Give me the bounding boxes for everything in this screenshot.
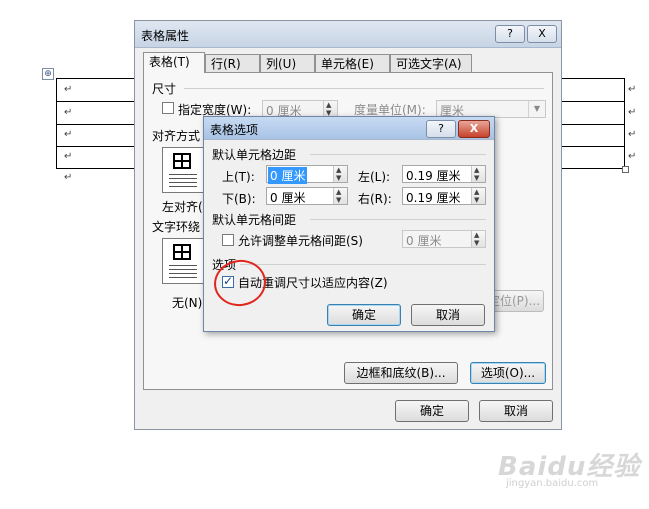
spin-up-icon[interactable]: ▲	[336, 166, 341, 174]
text-lines-icon	[169, 174, 197, 188]
spinner-value[interactable]: 0.19 厘米	[406, 189, 461, 206]
paragraph-mark: ↵	[64, 84, 73, 95]
close-button[interactable]: X	[458, 120, 490, 138]
table-border	[56, 146, 136, 147]
right-margin-label: 右(R):	[358, 192, 392, 206]
wrap-none-option[interactable]	[162, 238, 204, 284]
divider	[240, 264, 486, 265]
divider	[310, 154, 486, 155]
align-left-option[interactable]	[162, 147, 204, 193]
spinner-value[interactable]: 0 厘米	[270, 189, 305, 206]
tab-alt-text[interactable]: 可选文字(A)	[390, 54, 472, 72]
table-border	[56, 78, 57, 169]
alignment-header: 对齐方式	[152, 129, 201, 143]
paragraph-mark: ↵	[64, 129, 73, 140]
spin-down-icon[interactable]: ▼	[336, 174, 341, 182]
right-margin-spinner[interactable]: 0.19 厘米 ▲ ▼	[402, 187, 486, 205]
table-border	[562, 146, 625, 147]
allow-spacing-checkbox[interactable]	[222, 234, 234, 246]
cancel-button[interactable]: 取消	[479, 400, 553, 422]
title-bar[interactable]: 表格选项 ? X	[204, 117, 494, 140]
table-resize-handle[interactable]	[622, 166, 629, 173]
paragraph-mark: ↵	[64, 107, 73, 118]
paragraph-mark: ↵	[628, 84, 637, 95]
spin-up-icon[interactable]: ▲	[474, 166, 479, 174]
spin-up-icon[interactable]: ▲	[474, 188, 479, 196]
tab-table[interactable]: 表格(T)	[143, 52, 205, 73]
help-button[interactable]: ?	[495, 25, 525, 43]
borders-shading-button[interactable]: 边框和底纹(B)...	[344, 362, 458, 384]
top-margin-spinner[interactable]: 0 厘米 ▲ ▼	[266, 165, 348, 184]
table-border	[562, 124, 625, 125]
wrapping-header: 文字环绕	[152, 220, 201, 234]
spin-down-icon[interactable]: ▼	[474, 174, 479, 182]
table-border	[562, 168, 625, 169]
table-border	[624, 78, 625, 169]
table-icon	[173, 153, 191, 169]
spin-down-icon[interactable]: ▼	[474, 239, 479, 247]
default-margins-header: 默认单元格边距	[212, 148, 297, 162]
tab-row[interactable]: 行(R)	[205, 54, 260, 72]
options-button[interactable]: 选项(O)...	[470, 362, 546, 384]
preferred-width-checkbox[interactable]	[162, 102, 174, 114]
chevron-down-icon[interactable]: ▼	[528, 101, 545, 117]
tab-cell[interactable]: 单元格(E)	[315, 54, 390, 72]
left-margin-spinner[interactable]: 0.19 厘米 ▲ ▼	[402, 165, 486, 183]
table-border	[56, 78, 136, 79]
paragraph-mark: ↵	[628, 151, 637, 162]
ok-button[interactable]: 确定	[327, 304, 401, 326]
text-lines-icon	[169, 265, 197, 279]
paragraph-mark: ↵	[64, 151, 73, 162]
watermark-url: jingyan.baidu.com	[506, 478, 599, 489]
paragraph-mark: ↵	[628, 107, 637, 118]
left-margin-label: 左(L):	[358, 170, 391, 184]
spinner-value[interactable]: 0.19 厘米	[406, 167, 461, 184]
paragraph-mark: ↵	[628, 129, 637, 140]
allow-spacing-label: 允许调整单元格间距(S)	[238, 234, 363, 248]
spin-up-icon[interactable]: ▲	[474, 231, 479, 239]
spin-up-icon[interactable]: ▲	[336, 188, 341, 196]
spin-down-icon[interactable]: ▼	[336, 196, 341, 204]
top-margin-label: 上(T):	[222, 170, 255, 184]
bottom-margin-spinner[interactable]: 0 厘米 ▲ ▼	[266, 187, 348, 205]
help-button[interactable]: ?	[426, 120, 456, 138]
default-spacing-header: 默认单元格间距	[212, 213, 297, 227]
tab-column[interactable]: 列(U)	[260, 54, 315, 72]
spinner-value: 0 厘米	[406, 234, 442, 248]
table-border	[56, 124, 136, 125]
spinner-value[interactable]: 0 厘米	[268, 167, 308, 184]
table-border	[56, 101, 136, 102]
table-icon	[173, 244, 191, 260]
dialog-title: 表格选项	[210, 123, 259, 137]
table-border	[56, 168, 136, 169]
close-button[interactable]: X	[527, 25, 557, 43]
divider	[184, 88, 544, 89]
spin-up-icon[interactable]: ▲	[326, 101, 331, 109]
title-bar[interactable]: 表格属性 ? X	[135, 21, 561, 48]
size-header: 尺寸	[152, 82, 177, 96]
table-border	[562, 101, 625, 102]
table-move-handle-icon[interactable]: ⊕	[42, 68, 54, 80]
bottom-margin-label: 下(B):	[222, 192, 256, 206]
cancel-button[interactable]: 取消	[411, 304, 485, 326]
divider	[310, 219, 486, 220]
ok-button[interactable]: 确定	[395, 400, 469, 422]
table-border	[562, 78, 625, 79]
dialog-title: 表格属性	[141, 29, 190, 43]
cell-spacing-spinner[interactable]: 0 厘米 ▲ ▼	[402, 230, 486, 248]
wrap-none-label: 无(N)	[172, 296, 203, 310]
spin-down-icon[interactable]: ▼	[474, 196, 479, 204]
align-left-label: 左对齐(	[162, 200, 203, 214]
paragraph-mark: ↵	[64, 172, 73, 183]
